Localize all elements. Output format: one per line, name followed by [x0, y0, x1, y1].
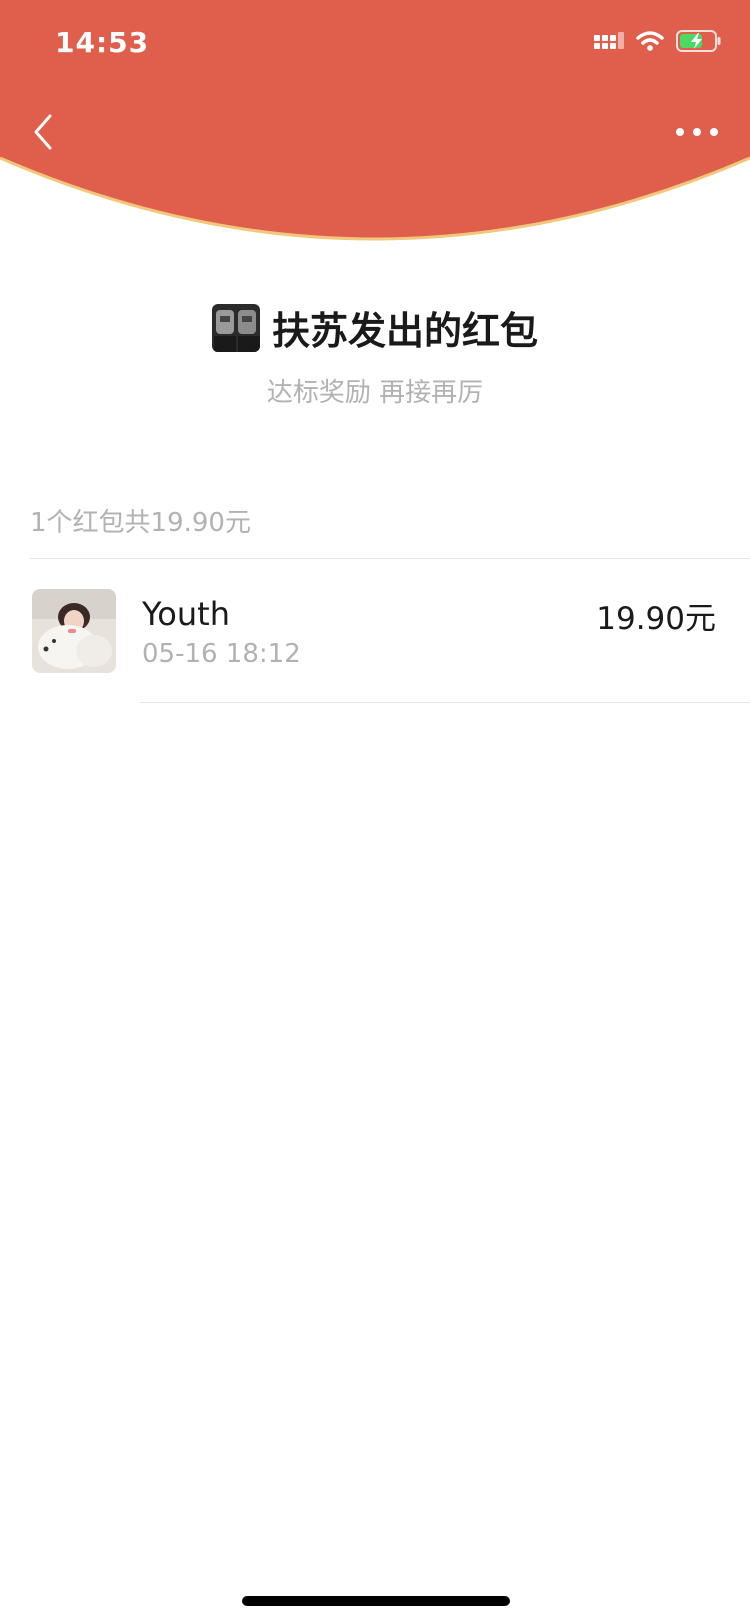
receiver-avatar[interactable] [32, 589, 116, 673]
more-dots-icon[interactable] [674, 118, 720, 146]
receiver-row[interactable]: Youth 05-16 18:12 19.90元 [0, 559, 750, 702]
status-icons [594, 30, 722, 52]
receiver-amount: 19.90元 [596, 601, 716, 637]
receiver-time: 05-16 18:12 [142, 639, 301, 669]
signal-icon [594, 32, 624, 49]
home-indicator[interactable] [242, 1596, 510, 1606]
battery-charging-icon [676, 30, 721, 52]
chevron-left-icon[interactable] [30, 112, 60, 152]
sender-avatar[interactable] [211, 303, 260, 352]
sender-header: 扶苏发出的红包 [0, 300, 750, 355]
divider [140, 702, 750, 703]
wish-message: 达标奖励 再接再厉 [266, 378, 484, 408]
sender-title: 扶苏发出的红包 [271, 309, 538, 353]
red-packet-detail-page: 14:53 扶苏发出的红包 达标奖励 再接再厉 1个红包共19.90元 Yout… [0, 0, 750, 1624]
packet-summary: 1个红包共19.90元 [30, 508, 251, 538]
status-time: 14:53 [55, 26, 150, 59]
wifi-icon [636, 31, 664, 51]
receiver-name: Youth [142, 595, 230, 633]
